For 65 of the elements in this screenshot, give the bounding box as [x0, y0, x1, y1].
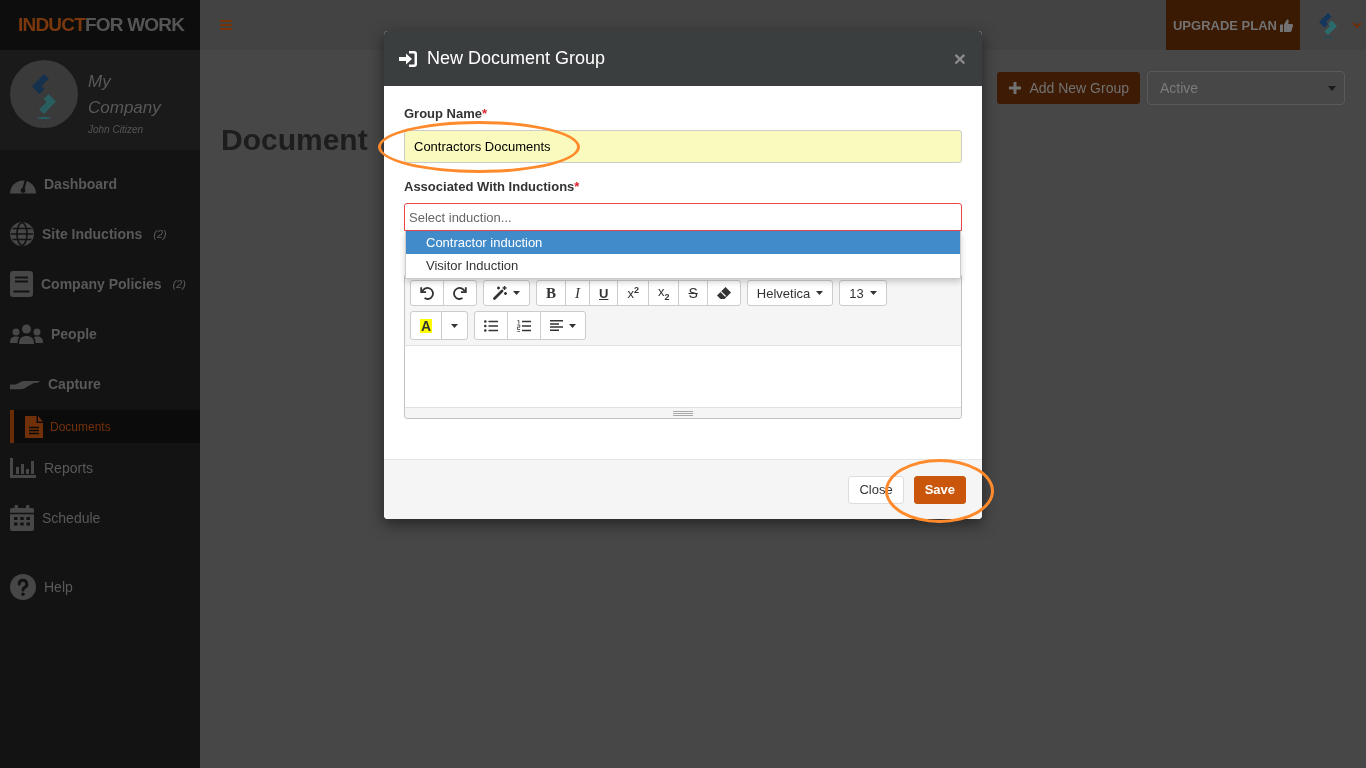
- sign-in-icon: [399, 50, 417, 67]
- bold-button[interactable]: B: [536, 280, 566, 306]
- field-label: Group Name*: [404, 106, 488, 122]
- bulleted-list-icon: [484, 319, 499, 332]
- app-logo: INDUCTFOR WORK: [18, 14, 185, 36]
- nav-item[interactable]: Schedule: [0, 493, 200, 543]
- bar-chart-icon: [10, 458, 36, 478]
- nav-item[interactable]: Reports: [0, 443, 200, 493]
- dropdown-option[interactable]: Contractor induction: [406, 231, 960, 254]
- toolbar-button[interactable]: x$^{2}$: [617, 280, 649, 306]
- caret-icon: [1328, 85, 1336, 91]
- nav-item[interactable]: Dashboard: [0, 159, 200, 209]
- caret-icon: [451, 323, 459, 328]
- calendar-icon: [10, 505, 34, 531]
- help-link[interactable]: Help: [0, 562, 200, 612]
- highlight-color-button[interactable]: A: [410, 311, 443, 340]
- select-field[interactable]: Select induction...: [404, 203, 962, 231]
- logo-icon: [10, 60, 78, 128]
- close-button[interactable]: ×: [953, 48, 966, 69]
- add-group-button[interactable]: Add New Group: [997, 72, 1140, 104]
- nav-item[interactable]: People: [0, 309, 200, 359]
- numbered-list-icon: [517, 319, 532, 332]
- dialog-title: New Document Group: [427, 48, 606, 69]
- help-icon: [10, 574, 36, 600]
- toolbar-button[interactable]: x$_{2}$: [647, 280, 680, 306]
- document-icon: [25, 415, 43, 438]
- redo-button[interactable]: [443, 280, 477, 306]
- nav-item[interactable]: Company Policies (2): [0, 259, 200, 309]
- user-name: John Citizen: [88, 124, 145, 135]
- toolbar-dropdown[interactable]: 13: [839, 280, 887, 306]
- eraser-button[interactable]: [706, 280, 741, 306]
- align-button[interactable]: [540, 311, 587, 340]
- magic-wand-button[interactable]: [483, 280, 530, 306]
- hand-icon: [10, 378, 40, 390]
- thumbs-up-icon: [1280, 18, 1293, 32]
- item-count: (2): [172, 278, 187, 290]
- people-icon: [10, 324, 43, 344]
- globe-icon: [10, 222, 34, 246]
- upgrade-button[interactable]: UPGRADE PLAN: [1166, 0, 1300, 50]
- nav-item[interactable]: Site Inductions (2): [0, 209, 200, 259]
- strikethrough-button[interactable]: S: [678, 280, 708, 306]
- color-caret-button[interactable]: [441, 311, 469, 340]
- redo-icon: [453, 286, 467, 300]
- dropdown-option[interactable]: Visitor Induction: [406, 254, 960, 277]
- grip-icon: [673, 410, 693, 416]
- bulleted-list-button[interactable]: [474, 311, 509, 340]
- underline-button[interactable]: U: [589, 280, 619, 306]
- numbered-list-button[interactable]: [507, 311, 542, 340]
- toolbar-dropdown[interactable]: Helvetica: [746, 280, 834, 306]
- text-field[interactable]: Contractors Documents: [404, 130, 962, 163]
- field-label: Associated With Inductions*: [404, 179, 580, 195]
- eraser-icon: [716, 287, 731, 299]
- magic-wand-icon: [493, 286, 507, 300]
- save-button[interactable]: Save: [913, 475, 966, 504]
- plus-icon: [1009, 82, 1022, 94]
- undo-button[interactable]: [410, 280, 444, 306]
- item-count: (2): [153, 228, 167, 240]
- book-icon: [10, 271, 33, 297]
- resize-handle[interactable]: [405, 407, 961, 418]
- align-left-icon: [550, 320, 564, 331]
- nav-item[interactable]: Capture: [0, 359, 200, 409]
- company-name: My Company: [88, 71, 163, 119]
- undo-icon: [420, 286, 434, 300]
- nav-item[interactable]: Documents: [10, 410, 200, 443]
- italic-button[interactable]: I: [565, 280, 590, 306]
